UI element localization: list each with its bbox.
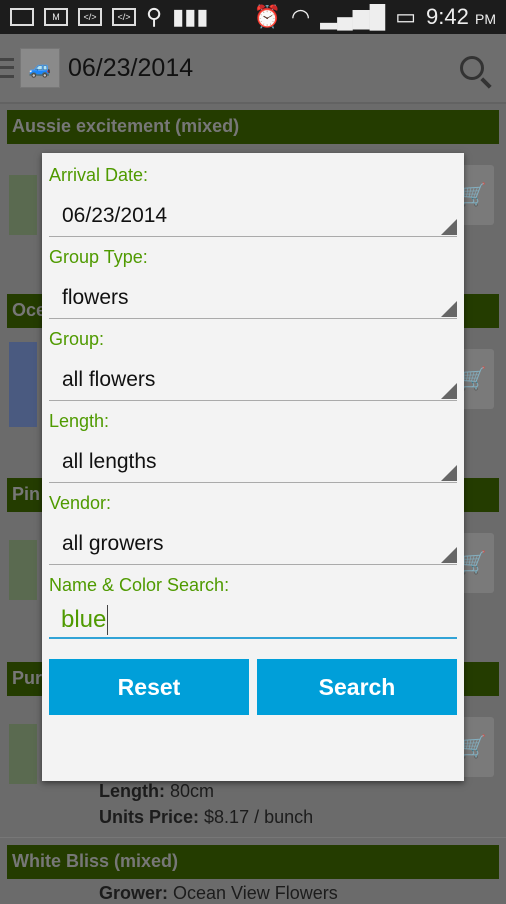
search-filter-dialog: Arrival Date: 06/23/2014 Group Type: flo… <box>42 153 464 781</box>
vendor-label: Vendor: <box>49 493 112 513</box>
product-image <box>9 342 37 427</box>
barcode-icon: ▮▮▮ <box>172 4 209 29</box>
code-icon: </> <box>112 8 136 26</box>
clock: 9:42 <box>426 4 469 29</box>
clock-ampm: PM <box>475 11 496 27</box>
group-spinner[interactable]: all flowers <box>49 351 457 401</box>
alarm-icon: ⏰ <box>253 4 282 29</box>
search-input-value: blue <box>61 606 107 633</box>
group-type-label: Group Type: <box>49 247 148 267</box>
search-button[interactable]: Search <box>257 659 457 715</box>
drawer-menu-icon[interactable] <box>0 58 14 78</box>
product-image <box>9 175 37 235</box>
group-header[interactable]: Aussie excitement (mixed) <box>7 110 499 144</box>
vendor-spinner[interactable]: all growers <box>49 515 457 565</box>
arrival-date-spinner[interactable]: 06/23/2014 <box>49 187 457 237</box>
search-icon[interactable] <box>460 56 484 80</box>
product-grower: Grower: Ocean View Flowers <box>99 883 338 903</box>
gallery-icon <box>10 8 34 26</box>
group-type-spinner[interactable]: flowers <box>49 269 457 319</box>
group-header[interactable]: White Bliss (mixed) <box>7 845 499 879</box>
product-image <box>9 540 37 600</box>
wifi-icon: ◠ <box>291 4 311 29</box>
battery-icon: ▭ <box>395 4 417 29</box>
product-length: Length: 80cm <box>99 781 215 801</box>
arrival-date-label: Arrival Date: <box>49 165 149 185</box>
length-spinner[interactable]: all lengths <box>49 433 457 483</box>
page-title: 06/23/2014 <box>68 53 194 82</box>
name-color-search-input[interactable]: blue <box>49 597 457 639</box>
status-bar: M </> </> ⚲ ▮▮▮ ⏰ ◠ ▂▄▆█ ▭ 9:42 PM <box>0 0 506 34</box>
name-color-search-label: Name & Color Search: <box>49 575 230 595</box>
product-price: Units Price: $8.17 / bunch <box>99 807 314 827</box>
signal-icon: ▂▄▆█ <box>320 4 386 29</box>
app-bar: 🚙 06/23/2014 <box>0 34 506 104</box>
code-icon: </> <box>78 8 102 26</box>
usb-icon: ⚲ <box>146 4 163 29</box>
reset-button[interactable]: Reset <box>49 659 249 715</box>
length-label: Length: <box>49 411 110 431</box>
app-logo[interactable]: 🚙 <box>20 48 60 88</box>
gmail-icon: M <box>44 8 68 26</box>
group-label: Group: <box>49 329 105 349</box>
product-image <box>9 724 37 784</box>
